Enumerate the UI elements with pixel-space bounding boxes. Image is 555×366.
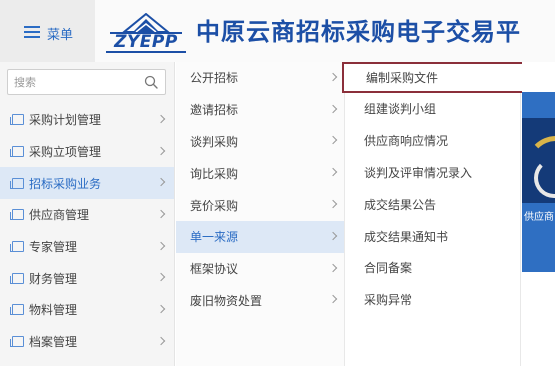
submenu-item-label: 废旧物资处置 <box>190 293 263 308</box>
submenu-item[interactable]: 询比采购 <box>176 157 344 189</box>
sidebar-item[interactable]: 财务管理 <box>0 262 174 294</box>
chevron-right-icon <box>328 72 338 82</box>
sidebar-item-label: 招标采购业务 <box>29 176 102 191</box>
submenu-level2: 公开招标邀请招标谈判采购询比采购竞价采购单一来源框架协议废旧物资处置 <box>176 62 345 366</box>
chevron-right-icon <box>328 231 338 241</box>
sidebar-item-label: 专家管理 <box>29 240 78 255</box>
search-box[interactable] <box>7 69 166 95</box>
main-content-peek: 供应商 <box>522 62 555 366</box>
submenu3-item-label: 供应商响应情况 <box>364 134 449 149</box>
chevron-right-icon <box>328 104 338 113</box>
submenu3-item-label: 组建谈判小组 <box>364 102 437 117</box>
document-icon <box>10 272 24 284</box>
logo-underline <box>106 51 186 53</box>
submenu3-item[interactable]: 供应商响应情况 <box>346 125 520 157</box>
submenu3-item[interactable]: 成交结果通知书 <box>346 220 520 252</box>
submenu-item-label: 谈判采购 <box>190 134 239 149</box>
submenu-item-label: 邀请招标 <box>190 103 239 118</box>
submenu-item[interactable]: 谈判采购 <box>176 126 344 158</box>
submenu3-item-label: 合同备案 <box>364 261 413 276</box>
chevron-right-icon <box>156 336 166 345</box>
sidebar-item-label: 采购计划管理 <box>29 113 102 128</box>
hamburger-icon <box>24 26 40 38</box>
submenu-item-label: 竞价采购 <box>190 198 239 213</box>
submenu-item[interactable]: 单一来源 <box>176 220 344 253</box>
chevron-right-icon <box>328 199 338 209</box>
chevron-right-icon <box>156 304 166 314</box>
submenu-item[interactable]: 公开招标 <box>176 62 344 94</box>
submenu3-item[interactable]: 组建谈判小组 <box>346 93 520 125</box>
submenu-item[interactable]: 邀请招标 <box>176 94 344 126</box>
chevron-right-icon <box>156 209 166 219</box>
submenu3-item-label: 编制采购文件 <box>366 71 439 85</box>
search-input[interactable] <box>14 74 134 90</box>
chevron-right-icon <box>156 114 166 124</box>
submenu-item[interactable]: 废旧物资处置 <box>176 285 344 317</box>
banner-card-image <box>522 118 555 203</box>
chevron-right-icon <box>328 136 338 145</box>
sidebar-item[interactable]: 采购立项管理 <box>0 136 174 168</box>
chevron-right-icon <box>156 177 166 187</box>
chevron-right-icon <box>156 241 166 250</box>
search-icon[interactable] <box>144 75 158 89</box>
menu-toggle-button[interactable]: 菜单 <box>0 0 95 62</box>
sidebar-item-label: 财务管理 <box>29 271 78 286</box>
sidebar-item[interactable]: 档案管理 <box>0 326 174 358</box>
submenu-item[interactable]: 框架协议 <box>176 253 344 285</box>
chevron-right-icon <box>328 295 338 304</box>
sidebar-item[interactable]: 供应商管理 <box>0 199 174 231</box>
chevron-right-icon <box>156 146 166 155</box>
submenu-item-label: 公开招标 <box>190 71 239 86</box>
document-icon <box>10 177 24 189</box>
site-logo: ZYEPP <box>106 13 186 53</box>
submenu-item-label: 单一来源 <box>190 230 239 245</box>
document-icon <box>10 146 24 158</box>
sidebar-menu: 采购计划管理 采购立项管理 招标采购业务 供应商管理专家管理财务管理物料管理档案管理 <box>0 104 174 358</box>
sidebar-item[interactable]: 物料管理 <box>0 294 174 326</box>
chevron-right-icon <box>328 168 338 177</box>
menu-toggle-label: 菜单 <box>47 28 74 43</box>
sidebar-item-label: 供应商管理 <box>29 208 90 223</box>
chevron-right-icon <box>328 263 338 272</box>
document-icon <box>10 241 24 253</box>
sidebar-item-label: 档案管理 <box>29 335 78 350</box>
submenu3-item[interactable]: 合同备案 <box>346 252 520 284</box>
banner-card-label: 供应商 <box>524 212 554 223</box>
document-icon <box>10 114 24 126</box>
sidebar-item[interactable]: 专家管理 <box>0 231 174 263</box>
submenu3-item-label: 采购异常 <box>364 293 413 308</box>
chevron-right-icon <box>156 273 166 282</box>
submenu3-item[interactable]: 采购异常 <box>346 284 520 316</box>
submenu-item[interactable]: 竞价采购 <box>176 189 344 221</box>
logo-wordmark: ZYEPP <box>114 32 178 52</box>
sidebar-item[interactable]: 招标采购业务 <box>0 167 174 200</box>
sidebar: 采购计划管理采购立项管理招标采购业务供应商管理专家管理财务管理物料管理档案管理 <box>0 62 175 366</box>
document-icon <box>10 304 24 316</box>
sidebar-item-label: 物料管理 <box>29 303 78 318</box>
site-title: 中原云商招标采购电子交易平 <box>196 18 521 46</box>
document-icon <box>10 209 24 221</box>
submenu3-item-label: 成交结果通知书 <box>364 229 449 244</box>
submenu-item-label: 框架协议 <box>190 262 239 277</box>
top-header: 菜单 ZYEPP 中原云商招标采购电子交易平 <box>0 0 555 62</box>
submenu-level3: 编制采购文件 组建谈判小组 供应商响应情况谈判及评审情况录入 成交结果公告 成交结果通知… <box>342 62 525 366</box>
document-icon <box>10 336 24 348</box>
submenu-item-label: 询比采购 <box>190 166 239 181</box>
submenu3-item[interactable]: 编制采购文件 <box>342 62 525 93</box>
submenu3-item[interactable]: 谈判及评审情况录入 <box>346 157 520 189</box>
submenu3-item-label: 成交结果公告 <box>364 197 437 212</box>
sidebar-item-label: 采购立项管理 <box>29 145 102 160</box>
submenu3-item[interactable]: 成交结果公告 <box>346 188 520 220</box>
sidebar-item[interactable]: 采购计划管理 <box>0 104 174 136</box>
submenu3-item-label: 谈判及评审情况录入 <box>364 165 473 180</box>
